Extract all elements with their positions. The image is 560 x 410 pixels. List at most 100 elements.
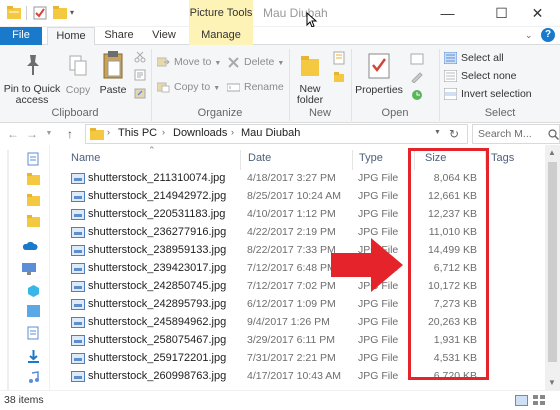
image-file-icon (71, 227, 85, 238)
breadcrumb-mau-diubah[interactable]: Mau Diubah (241, 127, 300, 139)
image-file-icon (71, 281, 85, 292)
file-date: 4/17/2017 10:43 AM (247, 370, 341, 382)
new-item-icon[interactable] (333, 51, 345, 65)
tab-home[interactable]: Home (47, 27, 95, 46)
folder-icon[interactable] (27, 194, 40, 206)
music-icon[interactable] (27, 371, 40, 383)
search-box[interactable]: Search M... (472, 124, 560, 144)
file-date: 4/22/2017 2:19 PM (247, 226, 336, 238)
delete-icon (228, 57, 239, 68)
properties-button[interactable]: Properties (355, 49, 403, 107)
scroll-down-icon[interactable]: ▼ (548, 378, 556, 387)
select-all-icon (444, 52, 457, 64)
breadcrumb-downloads[interactable]: Downloads (173, 127, 227, 139)
documents-icon[interactable] (27, 326, 40, 340)
folder-icon[interactable] (27, 173, 40, 185)
file-type: JPG File (358, 226, 399, 238)
recent-locations-icon[interactable]: ▼ (42, 126, 56, 142)
select-all-label: Select all (461, 52, 504, 64)
column-header-tags[interactable]: Tags (491, 152, 514, 164)
minimize-button[interactable]: — (425, 0, 470, 27)
folder-icon[interactable] (27, 215, 40, 227)
file-name: shutterstock_245894962.jpg (88, 316, 227, 328)
back-arrow-icon[interactable]: ← (6, 126, 20, 142)
item-count: 38 items (4, 394, 44, 406)
status-bar: 38 items (0, 390, 560, 410)
downloads-icon[interactable] (27, 349, 40, 363)
cut-icon[interactable] (134, 51, 146, 63)
objects-3d-icon[interactable] (27, 284, 40, 297)
pin-quick-access-button[interactable]: Pin to Quick access (2, 49, 62, 107)
tab-view[interactable]: View (145, 27, 183, 45)
copy-to-icon (157, 82, 170, 93)
ribbon-collapse-icon[interactable]: ⌄ (525, 30, 533, 41)
column-header-date[interactable]: Date (248, 152, 271, 164)
title-bar: ▾ Picture Tools Mau Diubah — ☐ ✕ (0, 0, 560, 28)
organize-group-label: Organize (197, 107, 243, 119)
paste-button[interactable]: Paste (96, 49, 130, 107)
edit-icon[interactable] (410, 71, 424, 84)
tab-manage[interactable]: Manage (189, 27, 253, 45)
file-name: shutterstock_242895793.jpg (88, 298, 227, 310)
new-folder-qa-icon[interactable] (53, 6, 67, 19)
image-file-icon (71, 317, 85, 328)
large-icons-view-icon[interactable] (533, 395, 546, 406)
picture-tools-label: Picture Tools (189, 0, 253, 27)
file-name: shutterstock_258075467.jpg (88, 334, 227, 346)
copy-button[interactable]: Copy (63, 49, 93, 107)
column-divider[interactable] (240, 150, 241, 170)
onedrive-icon[interactable] (22, 241, 38, 253)
help-icon[interactable]: ? (541, 28, 555, 42)
address-dropdown-icon[interactable]: ▼ (434, 129, 441, 136)
search-input[interactable]: Search M... (478, 128, 532, 140)
properties-check-icon[interactable] (33, 6, 47, 20)
desktop-icon[interactable] (27, 305, 40, 317)
refresh-icon[interactable]: ↻ (449, 127, 459, 141)
copy-icon (69, 55, 87, 76)
file-type: JPG File (358, 190, 399, 202)
image-file-icon (71, 209, 85, 220)
details-view-icon[interactable] (515, 395, 528, 406)
breadcrumb-this-pc[interactable]: This PC (118, 127, 157, 139)
qa-customize-icon[interactable]: ▾ (70, 8, 84, 21)
easy-access-icon[interactable] (333, 71, 345, 83)
image-file-icon (71, 371, 85, 382)
file-name: shutterstock_259172201.jpg (88, 352, 227, 364)
address-bar[interactable]: › This PC › Downloads › Mau Diubah ▼ ↻ (85, 124, 468, 144)
file-name: shutterstock_220531183.jpg (88, 208, 226, 220)
close-button[interactable]: ✕ (515, 0, 560, 27)
file-date: 4/18/2017 3:27 PM (247, 172, 336, 184)
size-column-highlight (408, 148, 489, 380)
column-header-name[interactable]: Name (71, 152, 100, 164)
file-name: shutterstock_211310074.jpg (88, 172, 226, 184)
file-date: 6/12/2017 1:09 PM (247, 298, 336, 310)
file-date: 4/10/2017 1:12 PM (247, 208, 336, 220)
scroll-thumb[interactable] (548, 162, 557, 362)
this-pc-icon[interactable] (22, 263, 36, 275)
document-icon[interactable] (27, 152, 40, 166)
sort-ascending-icon: ⌃ (148, 145, 156, 155)
copy-path-icon[interactable] (134, 69, 146, 81)
rename-label: Rename (244, 81, 284, 93)
open-group-label: Open (381, 107, 409, 119)
file-type: JPG File (358, 172, 399, 184)
paste-label: Paste (99, 84, 127, 96)
new-folder-button[interactable]: New folder (292, 49, 328, 107)
forward-arrow-icon[interactable]: → (25, 126, 39, 142)
vertical-scrollbar[interactable]: ▲ ▼ (545, 145, 560, 390)
file-type: JPG File (358, 298, 399, 310)
tab-file[interactable]: File (0, 27, 42, 45)
breadcrumb-separator-icon: › (231, 127, 234, 137)
move-to-icon (157, 57, 170, 67)
delete-label: Delete (244, 56, 275, 68)
select-group-label: Select (484, 107, 516, 119)
scroll-up-icon[interactable]: ▲ (548, 148, 556, 157)
up-arrow-icon[interactable]: ↑ (63, 126, 77, 142)
open-icon[interactable] (410, 53, 424, 65)
tab-share[interactable]: Share (100, 27, 138, 45)
column-divider[interactable] (352, 150, 353, 170)
file-type: JPG File (358, 352, 399, 364)
paste-shortcut-icon[interactable] (134, 87, 146, 99)
history-icon[interactable] (410, 89, 424, 101)
column-header-type[interactable]: Type (359, 152, 383, 164)
